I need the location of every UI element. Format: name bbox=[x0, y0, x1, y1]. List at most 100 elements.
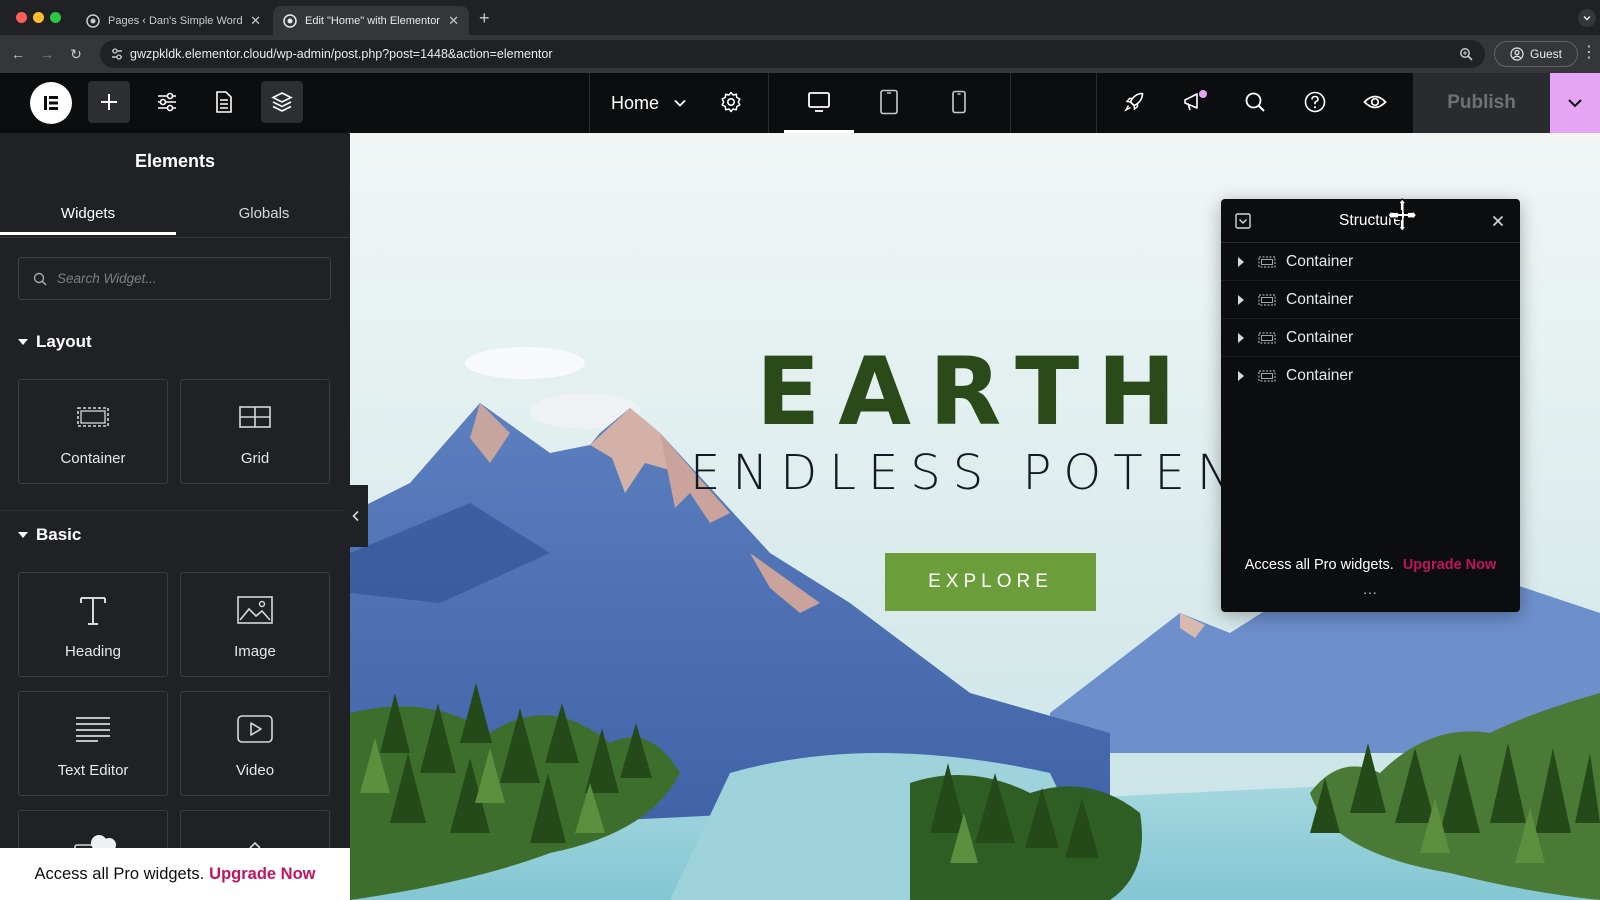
expand-caret-icon[interactable] bbox=[1238, 332, 1244, 343]
expand-caret-icon[interactable] bbox=[1238, 256, 1244, 267]
category-label: Layout bbox=[36, 332, 92, 351]
structure-title: Structure bbox=[1339, 212, 1402, 229]
widget-label: Image bbox=[234, 643, 276, 660]
explore-button[interactable]: EXPLORE bbox=[885, 553, 1096, 611]
back-arrow-icon[interactable]: ← bbox=[8, 44, 28, 64]
search-input[interactable] bbox=[57, 271, 297, 286]
chevron-left-icon bbox=[351, 510, 359, 522]
structure-item[interactable]: Container bbox=[1221, 357, 1520, 395]
container-icon bbox=[1258, 331, 1276, 344]
widget-search[interactable] bbox=[18, 257, 331, 300]
widget-video[interactable]: Video bbox=[180, 691, 330, 796]
widget-label: Video bbox=[235, 762, 275, 779]
publish-options-button[interactable] bbox=[1550, 73, 1600, 133]
structure-item[interactable]: Container bbox=[1221, 243, 1520, 281]
structure-item-label: Container bbox=[1286, 328, 1354, 346]
maximize-window-button[interactable] bbox=[50, 12, 61, 23]
grid-icon bbox=[239, 402, 271, 432]
preview-eye-icon[interactable] bbox=[1354, 81, 1396, 123]
profile-icon bbox=[1510, 47, 1524, 61]
browser-menu-icon[interactable]: ⋮ bbox=[1581, 45, 1597, 61]
publish-button[interactable]: Publish bbox=[1413, 73, 1550, 133]
add-element-icon[interactable] bbox=[88, 81, 130, 123]
upgrade-now-link[interactable]: Upgrade Now bbox=[209, 865, 315, 884]
rocket-icon[interactable] bbox=[1113, 81, 1155, 123]
close-tab-icon[interactable]: ✕ bbox=[250, 13, 261, 29]
plus-icon[interactable]: + bbox=[479, 8, 490, 29]
tab-widgets[interactable]: Widgets bbox=[0, 205, 176, 222]
profile-label: Guest bbox=[1529, 47, 1562, 61]
resize-handle[interactable]: ... bbox=[1221, 581, 1520, 597]
collapse-panel-button[interactable] bbox=[343, 485, 368, 547]
structure-icon[interactable] bbox=[261, 81, 303, 123]
address-bar[interactable]: gwzpkldk.elementor.cloud/wp-admin/post.p… bbox=[100, 40, 1485, 68]
tab-title: Pages ‹ Dan's Simple WordPr bbox=[108, 14, 243, 27]
chevron-down-icon bbox=[674, 99, 686, 107]
browser-toolbar: ← → ↻ gwzpkldk.elementor.cloud/wp-admin/… bbox=[0, 35, 1600, 73]
upgrade-now-link[interactable]: Upgrade Now bbox=[1403, 557, 1496, 573]
active-tab-indicator bbox=[0, 232, 176, 235]
panel-title: Elements bbox=[134, 151, 216, 171]
category-basic[interactable]: Basic bbox=[18, 525, 81, 545]
page-settings-icon[interactable] bbox=[203, 81, 245, 123]
browser-tab-pages[interactable]: Pages ‹ Dan's Simple WordPr ✕ bbox=[76, 6, 271, 35]
expand-caret-icon[interactable] bbox=[1238, 371, 1244, 381]
close-icon[interactable] bbox=[1492, 215, 1504, 227]
structure-item[interactable]: Container bbox=[1221, 281, 1520, 319]
elementor-logo-icon[interactable] bbox=[30, 82, 72, 124]
minimize-window-button[interactable] bbox=[33, 12, 44, 23]
page-name: Home bbox=[611, 92, 660, 113]
elements-panel: Elements Widgets Globals Layout Containe… bbox=[0, 133, 350, 900]
megaphone-icon[interactable] bbox=[1174, 81, 1216, 123]
search-icon[interactable] bbox=[1234, 81, 1276, 123]
structure-item[interactable]: Container bbox=[1221, 319, 1520, 357]
browser-tab-bar: Pages ‹ Dan's Simple WordPr ✕ Edit "Home… bbox=[0, 0, 1600, 35]
site-info-icon[interactable] bbox=[110, 47, 124, 61]
widget-label: Heading bbox=[65, 643, 121, 660]
container-icon bbox=[1258, 370, 1276, 382]
promo-text: Access all Pro widgets. bbox=[34, 864, 205, 883]
site-settings-icon[interactable] bbox=[146, 81, 188, 123]
widget-heading[interactable]: Heading bbox=[18, 572, 168, 677]
video-icon bbox=[237, 714, 273, 744]
category-layout[interactable]: Layout bbox=[18, 332, 92, 352]
page-settings-gear-icon[interactable] bbox=[710, 81, 752, 123]
help-icon[interactable] bbox=[1294, 81, 1336, 123]
hero-subheading[interactable]: ENDLESS POTENTI bbox=[690, 445, 1312, 501]
container-icon bbox=[77, 402, 109, 432]
forward-arrow-icon[interactable]: → bbox=[37, 44, 57, 64]
widget-container[interactable]: Container bbox=[18, 379, 168, 484]
tab-globals[interactable]: Globals bbox=[176, 205, 350, 222]
mobile-icon[interactable] bbox=[938, 81, 980, 123]
widget-label: Text Editor bbox=[57, 762, 129, 779]
url-text: gwzpkldk.elementor.cloud/wp-admin/post.p… bbox=[130, 47, 553, 61]
widget-text-editor[interactable]: Text Editor bbox=[18, 691, 168, 796]
category-label: Basic bbox=[36, 525, 82, 544]
tab-divider bbox=[0, 237, 350, 238]
page-selector[interactable]: Home bbox=[611, 73, 687, 133]
profile-button[interactable]: Guest bbox=[1494, 41, 1578, 67]
widget-grid[interactable]: Grid bbox=[180, 379, 330, 484]
widget-image[interactable]: Image bbox=[180, 572, 330, 677]
widget-label: Grid bbox=[240, 450, 270, 467]
image-icon bbox=[237, 595, 273, 625]
structure-navigator[interactable]: Structure Container Container Container … bbox=[1221, 198, 1520, 612]
wordpress-favicon-icon bbox=[86, 13, 100, 28]
structure-promo: Access all Pro widgets. Upgrade Now bbox=[1221, 557, 1520, 573]
move-cursor-icon bbox=[1388, 198, 1418, 233]
widget-label: Container bbox=[60, 450, 126, 467]
tablet-icon[interactable] bbox=[868, 81, 910, 123]
zoom-icon[interactable] bbox=[1459, 47, 1473, 61]
close-tab-icon[interactable]: ✕ bbox=[448, 13, 459, 29]
structure-header[interactable]: Structure bbox=[1221, 198, 1520, 243]
close-window-button[interactable] bbox=[16, 12, 27, 23]
tab-search-chevron-icon[interactable] bbox=[1578, 9, 1596, 27]
chevron-down-icon bbox=[1568, 99, 1582, 108]
expand-caret-icon[interactable] bbox=[1238, 294, 1244, 305]
structure-item-label: Container bbox=[1286, 252, 1354, 270]
desktop-icon[interactable] bbox=[798, 81, 840, 123]
elementor-top-bar: Home Publish bbox=[0, 73, 1600, 133]
browser-tab-elementor[interactable]: Edit "Home" with Elementor ✕ bbox=[273, 6, 469, 35]
reload-icon[interactable]: ↻ bbox=[66, 44, 86, 64]
caret-down-icon bbox=[18, 532, 28, 538]
